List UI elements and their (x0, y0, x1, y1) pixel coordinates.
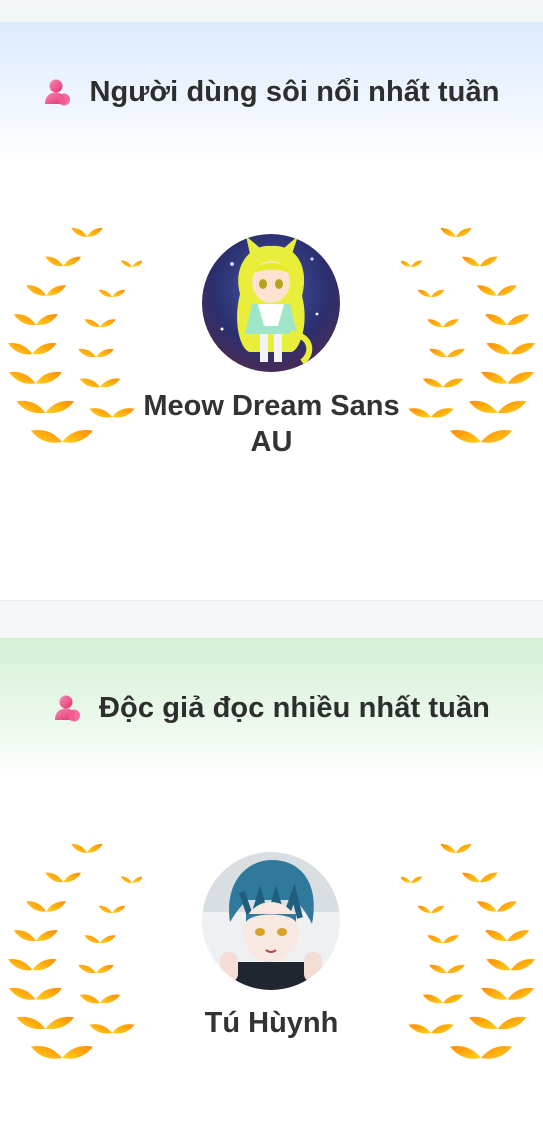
card-header: Người dùng sôi nổi nhất tuần (0, 22, 543, 162)
user-avatar[interactable] (202, 234, 340, 372)
laurel-wreath-right-icon (401, 843, 543, 1068)
top-strip (0, 0, 543, 22)
card-header: Độc giả đọc nhiều nhất tuần (0, 638, 543, 778)
card-title: Độc giả đọc nhiều nhất tuần (99, 691, 490, 724)
section-divider (0, 600, 543, 638)
user-icon (43, 77, 73, 107)
user-avatar[interactable] (202, 852, 340, 990)
weekly-active-users-card: Người dùng sôi nổi nhất tuần Meow Dream … (0, 22, 543, 600)
laurel-wreath-left-icon (0, 227, 142, 452)
user-icon (53, 693, 83, 723)
laurel-wreath-left-icon (0, 843, 142, 1068)
card-title: Người dùng sôi nổi nhất tuần (89, 75, 500, 108)
laurel-wreath-right-icon (401, 227, 543, 452)
user-name[interactable]: Meow Dream Sans AU (140, 388, 403, 460)
user-name[interactable]: Tú Hùynh (140, 1005, 403, 1041)
weekly-top-readers-card: Độc giả đọc nhiều nhất tuần Tú Hùynh (0, 638, 543, 1147)
